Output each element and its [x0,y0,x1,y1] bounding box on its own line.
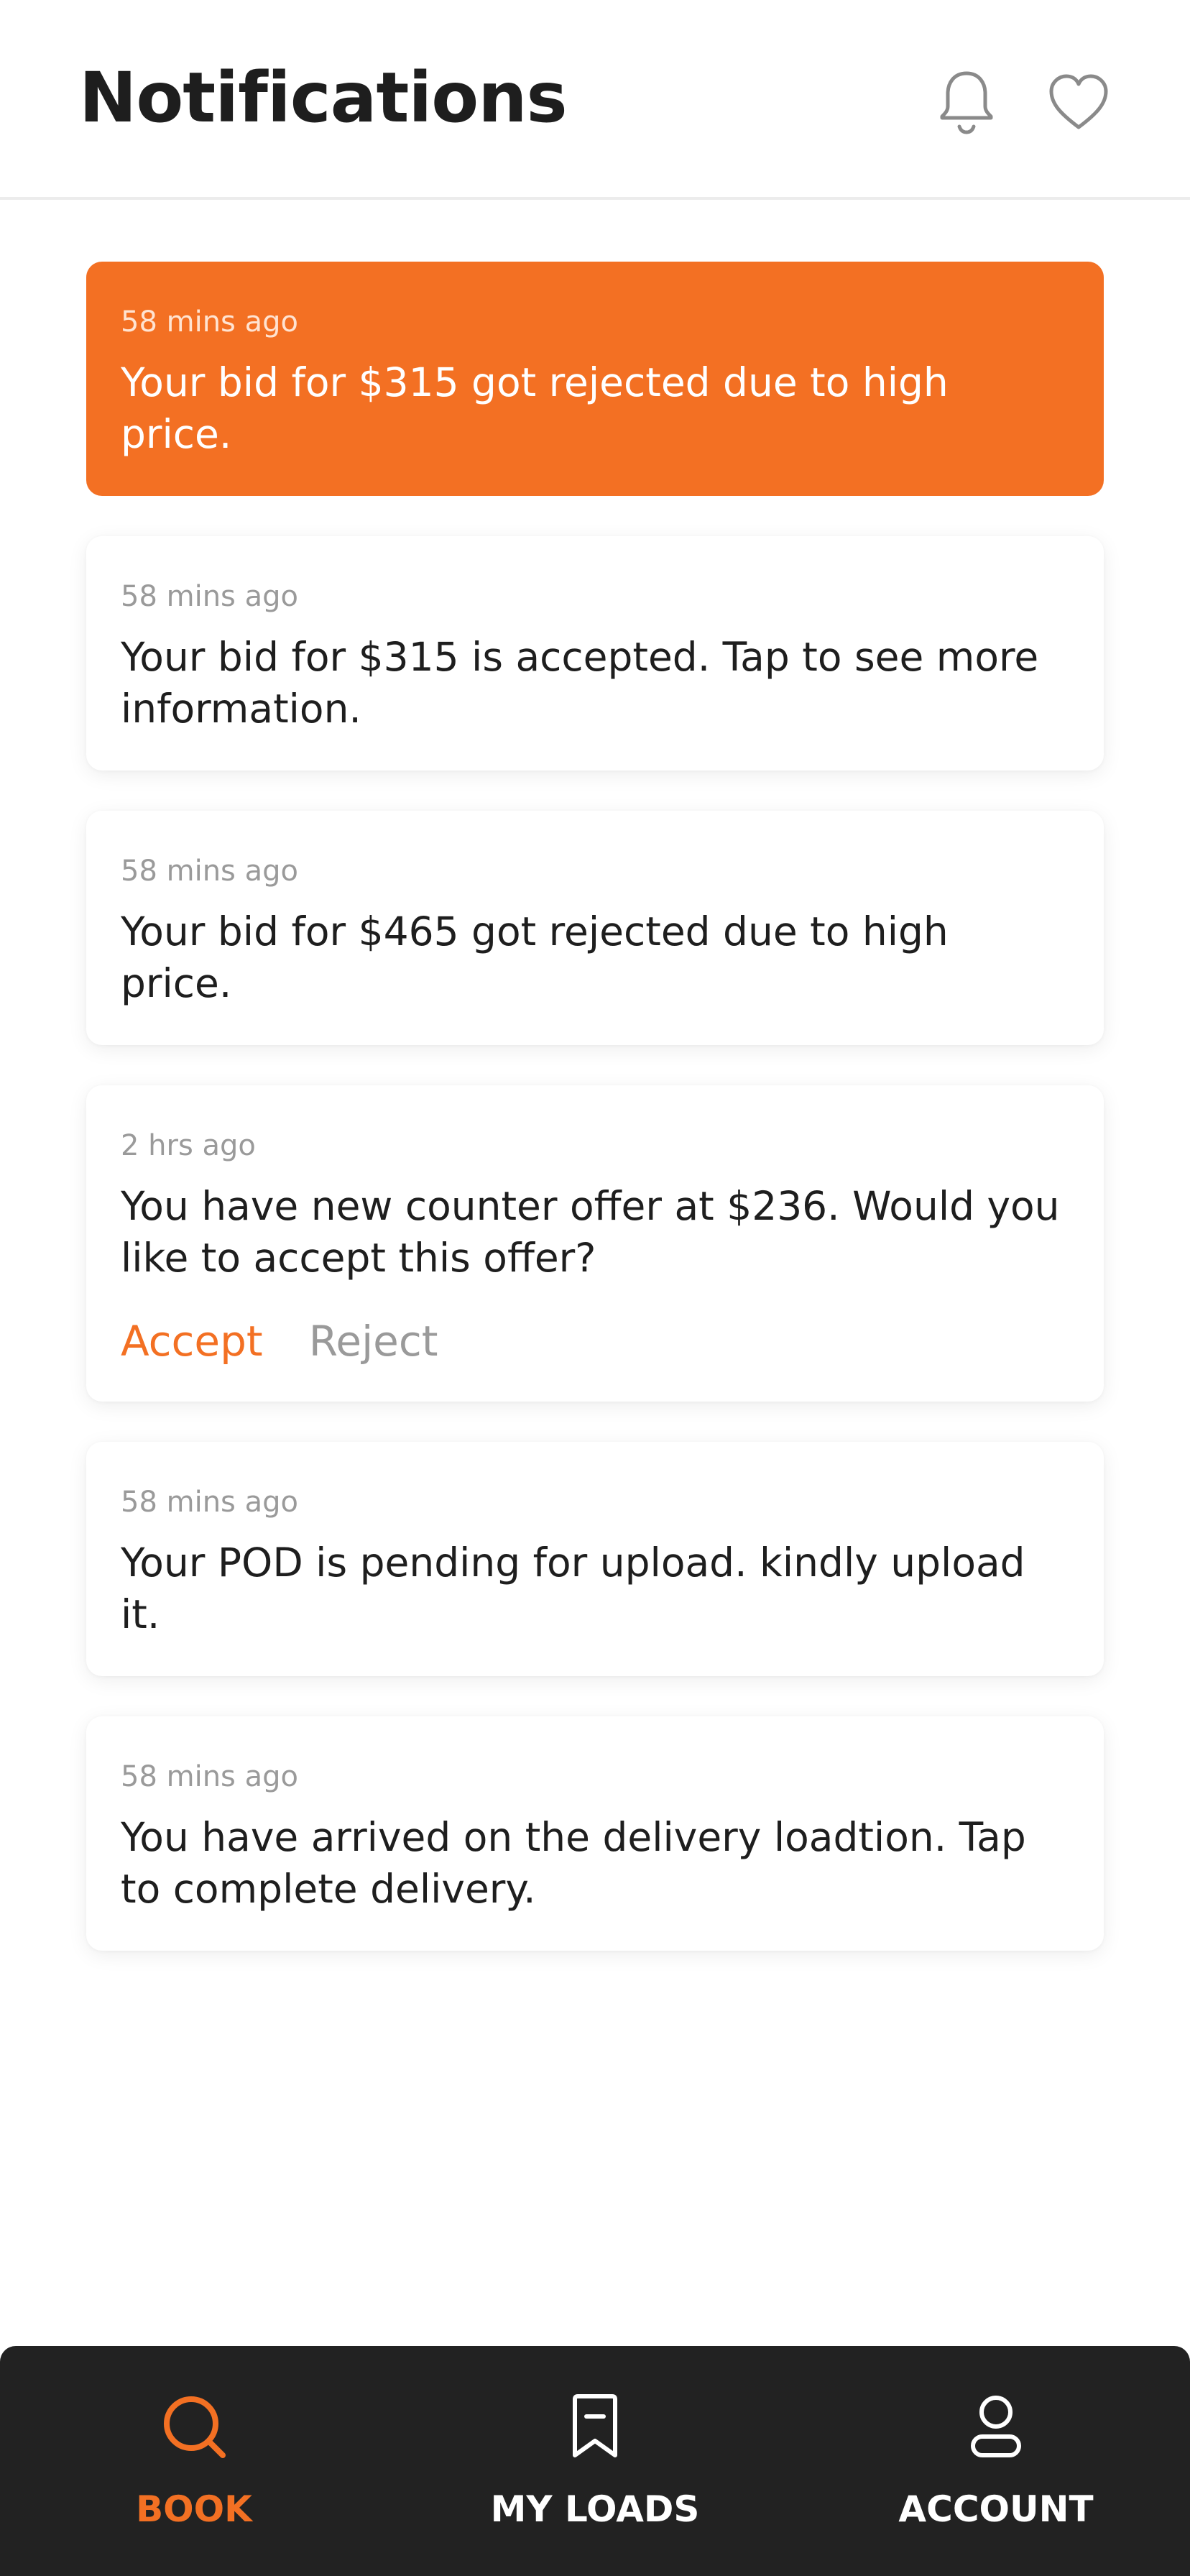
nav-item-book[interactable]: BOOK [65,2346,323,2576]
notifications-screen: Notifications 58 mins ago Your bid for $… [0,0,1190,2576]
user-icon [960,2391,1032,2462]
notification-time: 2 hrs ago [121,1129,256,1162]
offer-actions: Accept Reject [121,1317,1069,1366]
notification-time: 58 mins ago [121,580,298,613]
notification-time: 58 mins ago [121,855,298,888]
notification-card[interactable]: 58 mins ago You have arrived on the deli… [86,1716,1104,1951]
notification-message: Your bid for $315 got rejected due to hi… [121,359,949,457]
nav-item-my-loads[interactable]: MY LOADS [466,2346,724,2576]
notifications-list: 58 mins ago Your bid for $315 got reject… [86,262,1104,1991]
nav-label-account: ACCOUNT [898,2488,1094,2530]
notification-card[interactable]: 58 mins ago Your bid for $315 is accepte… [86,536,1104,770]
notification-time: 58 mins ago [121,305,298,339]
notification-time: 58 mins ago [121,1486,298,1519]
bottom-navigation: BOOK MY LOADS ACCOUNT [0,2346,1190,2576]
search-icon [158,2391,230,2462]
reject-button[interactable]: Reject [309,1317,438,1366]
notification-message: You have arrived on the delivery loadtio… [121,1814,1026,1912]
notification-card[interactable]: 58 mins ago Your bid for $465 got reject… [86,811,1104,1045]
notification-card[interactable]: 58 mins ago Your POD is pending for uplo… [86,1442,1104,1676]
bell-icon[interactable] [931,66,1002,138]
notification-card[interactable]: 58 mins ago Your bid for $315 got reject… [86,262,1104,496]
notification-message: Your bid for $315 is accepted. Tap to se… [121,634,1039,732]
bookmark-icon [559,2391,631,2462]
notification-message: You have new counter offer at $236. Woul… [121,1183,1060,1281]
notification-message: Your POD is pending for upload. kindly u… [121,1540,1025,1637]
heart-icon[interactable] [1043,66,1115,138]
counter-offer-card: 2 hrs ago You have new counter offer at … [86,1085,1104,1402]
accept-button[interactable]: Accept [121,1317,263,1366]
nav-label-my-loads: MY LOADS [490,2488,700,2530]
nav-item-account[interactable]: ACCOUNT [867,2346,1125,2576]
notification-message: Your bid for $465 got rejected due to hi… [121,908,949,1006]
page-title: Notifications [79,58,568,138]
app-header: Notifications [0,0,1190,200]
nav-label-book: BOOK [136,2488,252,2530]
notification-time: 58 mins ago [121,1760,298,1793]
